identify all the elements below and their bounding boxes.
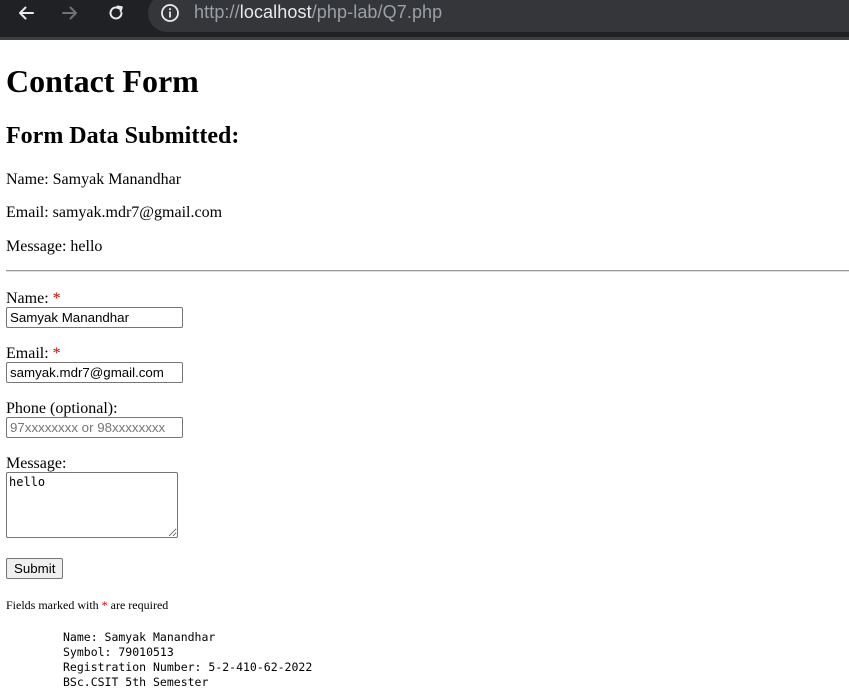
student-registration-line: Registration Number: 5-2-410-62-2022 [63, 660, 313, 674]
page-title: Contact Form [6, 63, 199, 99]
required-note: Fields marked with * are required [6, 598, 168, 612]
url-path: /php-lab/Q7.php [311, 2, 443, 22]
required-asterisk: * [52, 290, 61, 307]
message-label: Message: [6, 455, 67, 472]
arrow-right-icon [62, 6, 77, 20]
student-symbol-line: Symbol: 79010513 [63, 645, 174, 659]
required-note-before: Fields marked with [6, 598, 99, 612]
phone-input[interactable] [6, 417, 183, 438]
name-input[interactable] [6, 307, 183, 328]
phone-label: Phone (optional): [6, 400, 118, 417]
message-textarea[interactable]: hello [6, 472, 178, 538]
email-label: Email: * [6, 345, 61, 363]
student-name-line: Name: Samyak Manandhar [63, 630, 216, 644]
name-label-text: Name: [6, 290, 49, 307]
required-asterisk: * [101, 598, 108, 612]
horizontal-rule [6, 270, 849, 272]
reload-icon [109, 5, 123, 20]
reload-button[interactable] [101, 0, 131, 26]
browser-toolbar: http://localhost/php-lab/Q7.php [0, 0, 849, 40]
submitted-email: Email: samyak.mdr7@gmail.com [6, 204, 223, 221]
site-info-button[interactable] [160, 3, 180, 23]
student-info-block: Name: Samyak Manandhar Symbol: 79010513 Re… [63, 630, 312, 690]
submitted-heading: Form Data Submitted: [6, 123, 240, 149]
name-label: Name: * [6, 290, 61, 308]
student-program-line: BSc.CSIT 5th Semester [63, 675, 209, 689]
toolbar-divider [0, 37, 849, 40]
submitted-message: Message: hello [6, 238, 103, 255]
url-text[interactable]: http://localhost/php-lab/Q7.php [194, 2, 442, 23]
submitted-name: Name: Samyak Manandhar [6, 171, 182, 188]
required-asterisk: * [52, 345, 61, 362]
url-host: localhost [239, 2, 312, 22]
arrow-left-icon [19, 6, 34, 20]
forward-button[interactable] [55, 0, 85, 26]
submit-button[interactable]: Submit [6, 558, 64, 579]
email-input[interactable] [6, 362, 183, 383]
back-button[interactable] [11, 0, 41, 26]
required-note-after: are required [110, 598, 169, 612]
info-circle-icon [161, 4, 179, 22]
email-label-text: Email: [6, 345, 49, 362]
url-scheme: http:// [194, 2, 240, 22]
